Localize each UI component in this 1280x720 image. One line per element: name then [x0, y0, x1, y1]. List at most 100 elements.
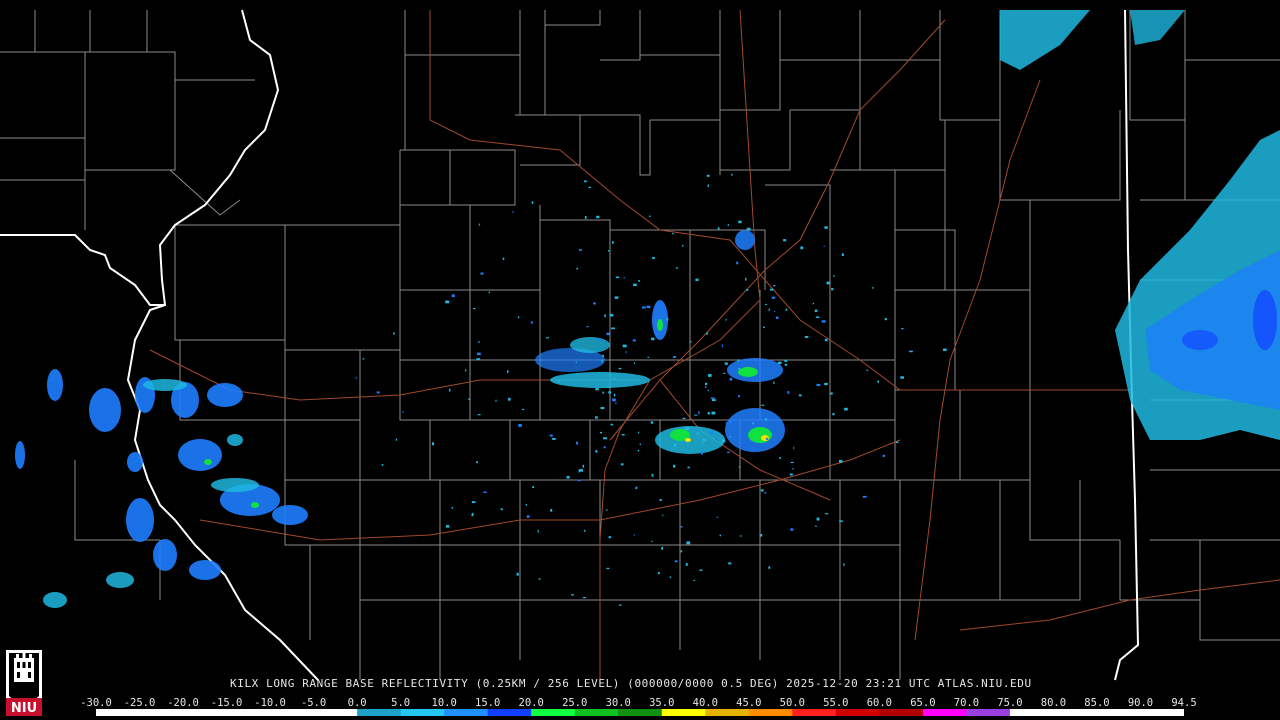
clutter-speckle	[546, 337, 549, 339]
clutter-speckle	[478, 341, 480, 343]
clutter-speckle	[595, 416, 598, 419]
clutter-speckle	[641, 306, 646, 309]
clutter-speckle	[602, 354, 604, 357]
clutter-speckle	[638, 431, 640, 434]
clutter-speckle	[612, 241, 614, 244]
clutter-speckle	[362, 358, 365, 360]
clutter-speckle	[777, 361, 782, 364]
niu-logo: NIU	[6, 650, 42, 716]
clutter-speckle	[816, 383, 821, 387]
colorbar-segment	[357, 709, 402, 716]
clutter-speckle	[593, 302, 596, 305]
clutter-speckle	[402, 411, 404, 413]
clutter-speckle	[584, 180, 587, 183]
colorbar-segment	[661, 709, 706, 716]
colorbar-segment	[139, 709, 184, 716]
clutter-speckle	[625, 351, 627, 354]
clutter-speckle	[552, 438, 556, 440]
clutter-speckle	[900, 376, 904, 379]
colorbar-segment	[792, 709, 837, 716]
clutter-speckle	[736, 261, 739, 265]
clutter-speckle	[715, 438, 718, 441]
clutter-speckle	[659, 499, 662, 501]
clutter-speckle	[557, 379, 560, 383]
colorbar-segment	[1053, 709, 1098, 716]
clutter-speckle	[675, 267, 679, 269]
clutter-speckle	[576, 267, 579, 270]
scale-tick-label: 0.0	[347, 697, 367, 709]
scale-tick-label: 55.0	[823, 697, 849, 709]
clutter-speckle	[651, 337, 655, 341]
scale-tick-label: -25.0	[123, 697, 156, 709]
clutter-speckle	[530, 321, 533, 324]
clutter-speckle	[603, 446, 606, 449]
clutter-speckle	[839, 459, 843, 463]
clutter-speckle	[471, 513, 474, 517]
scale-tick-label: 35.0	[649, 697, 675, 709]
clutter-speckle	[721, 439, 726, 443]
clutter-speckle	[702, 438, 706, 441]
clutter-speckle	[638, 280, 640, 282]
clutter-speckle	[775, 316, 779, 319]
clutter-speckle	[701, 442, 704, 444]
scale-tick-label: 5.0	[391, 697, 411, 709]
colorbar-segment	[574, 709, 619, 716]
clutter-speckle	[604, 379, 607, 381]
clutter-speckle	[727, 451, 730, 454]
colorbar-segment	[879, 709, 924, 716]
clutter-speckle	[789, 473, 793, 476]
clutter-speckle	[680, 526, 683, 528]
clutter-speckle	[596, 215, 600, 219]
clutter-speckle	[522, 408, 525, 411]
clutter-speckle	[473, 307, 476, 310]
clutter-speckle	[662, 514, 664, 516]
clutter-speckle	[826, 281, 830, 285]
clutter-speckle	[815, 316, 820, 318]
clutter-speckle	[613, 393, 616, 397]
scale-tick-label: 70.0	[953, 697, 980, 709]
clutter-speckle	[790, 461, 794, 463]
clutter-speckle	[689, 341, 692, 343]
scale-tick-label: 85.0	[1084, 697, 1110, 709]
clutter-speckle	[608, 536, 612, 539]
clutter-speckle	[634, 362, 636, 364]
radar-map	[0, 9, 1280, 681]
clutter-speckle	[611, 327, 615, 330]
clutter-speckle	[502, 257, 505, 260]
echo-band-east	[1000, 10, 1280, 440]
clutter-speckle	[600, 407, 605, 410]
clutter-speckle	[578, 249, 582, 251]
clutter-speckle	[719, 534, 721, 537]
clutter-speckle	[724, 362, 728, 365]
clutter-speckle	[760, 534, 763, 537]
clutter-speckle	[843, 563, 845, 567]
clutter-speckle	[841, 253, 844, 256]
clutter-speckle	[725, 318, 727, 321]
clutter-speckle	[693, 579, 695, 581]
clutter-speckle	[872, 286, 874, 289]
clutter-speckle	[651, 540, 653, 542]
clutter-speckle	[632, 339, 636, 342]
clutter-speckle	[877, 380, 879, 383]
clutter-speckle	[517, 316, 520, 319]
clutter-speckle	[833, 275, 835, 277]
clutter-speckle	[604, 314, 606, 318]
clutter-speckle	[760, 404, 765, 406]
clutter-speckle	[790, 528, 794, 531]
clutter-speckle	[673, 464, 676, 468]
clutter-speckle	[814, 525, 817, 527]
clutter-speckle	[821, 320, 826, 323]
clutter-speckle	[683, 428, 688, 430]
colorbar-segment	[1009, 709, 1054, 716]
clutter-speckle	[731, 173, 733, 176]
clutter-speckle	[621, 434, 625, 436]
clutter-speckle	[477, 352, 481, 356]
clutter-speckle	[884, 318, 887, 321]
clutter-speckle	[639, 443, 641, 446]
clutter-speckle	[824, 226, 828, 229]
scale-tick-label: 60.0	[866, 697, 893, 709]
clutter-speckle	[531, 201, 534, 204]
scale-tick-label: -10.0	[254, 697, 286, 709]
clutter-speckle	[722, 344, 723, 348]
clutter-speckle	[666, 318, 669, 321]
